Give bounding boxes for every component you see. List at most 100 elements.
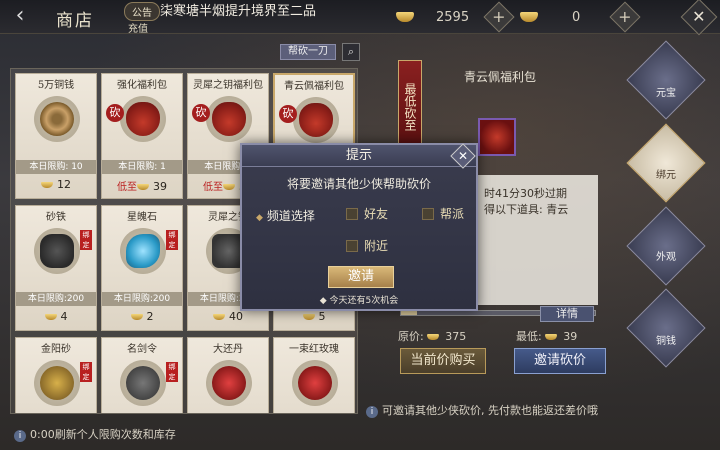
- invite-bargain-button[interactable]: 邀请砍价: [514, 348, 606, 374]
- back-icon[interactable]: ‹: [6, 4, 34, 30]
- lowest-price: 最低: 39: [516, 330, 578, 343]
- item-icon: [40, 234, 74, 268]
- shop-item-card[interactable]: 金阳砂 绑定: [15, 337, 97, 413]
- bound-ingot-icon: [520, 12, 538, 22]
- shop-item-card[interactable]: 一束红玫瑰: [273, 337, 355, 413]
- page-title: 商店: [56, 11, 94, 31]
- expire-text: 时41分30秒过期: [484, 187, 567, 200]
- checkbox[interactable]: [346, 239, 358, 252]
- bound-tag: 绑定: [80, 362, 92, 382]
- item-price: 低至39: [117, 180, 167, 193]
- top-bar: ‹ 商店 公告 柒寒塘半烟提升境界至二品 充值 2595 + 0 + ✕: [0, 0, 720, 36]
- tab-bound-yuanbao[interactable]: [626, 123, 706, 203]
- shop-item-card[interactable]: 强化福利包砍本日限购: 1 低至 39: [101, 73, 183, 199]
- ingot-currency: 2595: [396, 6, 469, 28]
- lowest-price-banner: 最低砍至: [398, 60, 422, 150]
- bargain-seal-icon: 砍: [106, 104, 124, 122]
- shop-item-card[interactable]: 5万铜钱本日限购: 10 12: [15, 73, 97, 199]
- bargain-seal-icon: 砍: [192, 104, 210, 122]
- footer-note: i 0:00刷新个人限购次数和库存: [14, 426, 176, 442]
- shop-item-card[interactable]: 砂铁 绑定 本日限购:200 4: [15, 205, 97, 331]
- detail-item-image: [478, 118, 516, 156]
- ingot-icon: [545, 334, 558, 340]
- notice-text: 柒寒塘半烟提升境界至二品: [160, 4, 317, 19]
- ingot-icon: [223, 184, 235, 190]
- item-price: 12: [16, 178, 96, 191]
- purchase-limit: 本日限购:200: [16, 292, 96, 306]
- details-button[interactable]: 详情: [540, 306, 594, 322]
- buy-current-price-button[interactable]: 当前价购买: [400, 348, 486, 374]
- ingot-icon: [44, 314, 57, 320]
- checkbox[interactable]: [346, 207, 358, 220]
- bound-tag: 绑定: [166, 230, 178, 250]
- dialog-message: 将要邀请其他少侠帮助砍价: [286, 177, 431, 191]
- bound-ingot-currency: 0: [520, 6, 580, 28]
- notice-tag: 公告: [124, 2, 160, 21]
- item-name: 5万铜钱: [37, 80, 75, 91]
- item-icon: [298, 366, 332, 400]
- item-name: 砂铁: [46, 212, 66, 223]
- detail-desc: 得以下道具: 青云: [484, 203, 569, 216]
- item-name: 强化福利包: [117, 80, 167, 91]
- purchase-limit: 本日限购: 1: [102, 160, 182, 174]
- shop-item-card[interactable]: 大还丹: [187, 337, 269, 413]
- dialog-title: 提示: [242, 145, 476, 167]
- tab-yuanbao[interactable]: [626, 40, 706, 120]
- tab-label: 元宝: [656, 88, 676, 99]
- shop-item-card[interactable]: 名剑令 绑定: [101, 337, 183, 413]
- add-ingot-button[interactable]: +: [483, 1, 515, 33]
- ingot-icon: [213, 314, 225, 320]
- option-nearby[interactable]: 附近: [346, 237, 388, 254]
- purchase-limit: 本日限购:200: [102, 292, 182, 306]
- bound-tag: 绑定: [80, 230, 92, 250]
- bargain-note: i 可邀请其他少侠砍价, 先付款也能返还差价哦: [366, 402, 598, 418]
- item-icon: [40, 366, 74, 400]
- bound-tag: 绑定: [166, 362, 178, 382]
- option-friend[interactable]: 好友: [346, 205, 388, 222]
- item-price: 2: [102, 310, 182, 323]
- item-name: 名剑令: [127, 344, 157, 355]
- info-icon: i: [14, 430, 26, 442]
- option-guild[interactable]: 帮派: [422, 205, 464, 222]
- tab-copper[interactable]: [626, 288, 706, 368]
- item-icon: [212, 366, 246, 400]
- ingot-icon: [137, 184, 149, 190]
- ingot-icon: [427, 334, 440, 340]
- bargain-tab[interactable]: 帮砍一刀: [280, 44, 336, 60]
- item-name: 星魄石: [127, 212, 157, 223]
- item-icon: [212, 102, 246, 136]
- item-icon: [126, 102, 160, 136]
- item-name: 一束红玫瑰: [289, 344, 339, 355]
- item-icon: [40, 102, 74, 136]
- ingot-icon: [130, 314, 143, 320]
- tab-label: 绑元: [656, 170, 676, 181]
- info-icon: i: [366, 406, 378, 418]
- ingot-icon: [302, 314, 315, 320]
- invite-dialog: 提示 ✕ 将要邀请其他少侠帮助砍价 ◆ 频道选择 好友 帮派 附近 邀请 ◆ 今天…: [240, 143, 478, 311]
- close-icon[interactable]: ✕: [680, 0, 718, 36]
- add-bound-ingot-button[interactable]: +: [609, 1, 641, 33]
- detail-title: 青云佩福利包: [463, 70, 536, 84]
- channel-label: ◆ 频道选择: [256, 209, 315, 223]
- invite-button[interactable]: 邀请: [328, 266, 394, 288]
- item-icon: [126, 234, 160, 268]
- item-name: 灵犀之钥福利包: [193, 80, 263, 91]
- purchase-limit: 本日限购: 10: [16, 160, 96, 174]
- tab-label: 外观: [656, 252, 676, 263]
- tab-label: 铜钱: [656, 336, 676, 347]
- item-name: 大还丹: [213, 344, 243, 355]
- checkbox[interactable]: [422, 207, 434, 220]
- item-price: 40: [188, 310, 268, 323]
- search-icon[interactable]: ⌕: [342, 43, 360, 61]
- item-name: 金阳砂: [41, 344, 71, 355]
- tab-appearance[interactable]: [626, 206, 706, 286]
- item-name: 青云佩福利包: [284, 81, 344, 92]
- bargain-seal-icon: 砍: [279, 105, 297, 123]
- item-price: 5: [274, 310, 354, 323]
- original-price: 原价: 375: [398, 330, 467, 343]
- recharge-button[interactable]: 充值: [128, 20, 148, 35]
- bound-ingot-amount: 0: [572, 9, 581, 25]
- ingot-icon: [396, 12, 414, 22]
- item-icon: [299, 103, 333, 137]
- shop-item-card[interactable]: 星魄石 绑定本日限购:200 2: [101, 205, 183, 331]
